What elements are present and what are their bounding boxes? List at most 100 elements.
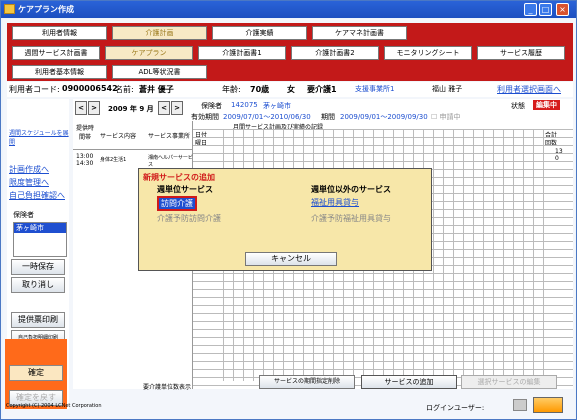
grid-hline	[193, 345, 573, 346]
grid-vline	[433, 129, 434, 381]
period-delete-button[interactable]: サービスの期間指定削除	[259, 375, 355, 389]
minimize-button[interactable]: _	[524, 3, 537, 16]
insurer-list[interactable]: 茅ヶ崎市	[13, 222, 67, 257]
limit-link[interactable]: 限度管理へ	[9, 177, 49, 188]
user-sex: 女	[287, 85, 295, 94]
tab-user-info[interactable]: 利用者情報	[12, 26, 107, 40]
confirm-panel: 確定 確定を戻す	[5, 339, 67, 409]
grid-vline	[493, 129, 494, 381]
add-service-dialog: 新規サービスの追加 週単位サービス 訪問介護 介護予防訪問介護 週単位以外のサー…	[138, 168, 432, 271]
print-button[interactable]: 提供票印刷	[11, 312, 65, 328]
user-name: 蒼井 優子	[139, 85, 174, 94]
preventive-home-option[interactable]: 介護予防訪問介護	[157, 213, 221, 224]
grid-vline	[543, 129, 544, 381]
title-bar: ケアプラン作成 _ □ ×	[1, 1, 576, 18]
care-level: 要介護1	[307, 85, 337, 94]
insurer-name: 茅ヶ崎市	[263, 102, 291, 110]
tab-basic-info[interactable]: 利用者基本情報	[12, 65, 107, 79]
tab-plan2[interactable]: 介護計画書2	[291, 46, 379, 60]
nonweekly-heading: 週単位以外のサービス	[311, 185, 391, 194]
header-divider	[73, 149, 193, 150]
user-age: 70歳	[250, 85, 270, 94]
weekly-heading: 週単位サービス	[157, 185, 213, 194]
tab-adl[interactable]: ADL等状況書	[112, 65, 207, 79]
confirm-button[interactable]: 確定	[9, 365, 63, 381]
user-info-bar: 利用者コード: 0900006542 名前: 蒼井 優子 年齢: 70歳 女 要…	[7, 82, 573, 97]
grid-vline	[533, 129, 534, 381]
grid-vline	[523, 129, 524, 381]
tab-careplan[interactable]: ケアプラン	[105, 46, 193, 60]
app-window: ケアプラン作成 _ □ × 利用者情報 介護計画 介護実績 ケアマネ計画書 週間…	[0, 0, 577, 420]
edit-service-button[interactable]: 選択サービスの編集	[461, 375, 557, 389]
status-label: 状態	[511, 102, 525, 110]
office-header: サービス事業所	[148, 133, 191, 140]
tab-caremanager-plan[interactable]: ケアマネ計画書	[312, 26, 407, 40]
grid-vline	[503, 129, 504, 381]
unit-summary: 要介護単位数表示	[143, 384, 192, 391]
tab-plan1[interactable]: 介護計画書1	[198, 46, 286, 60]
status-badge: 編集中	[533, 100, 560, 110]
service-office: 湘南ヘルパーサービス	[148, 155, 193, 168]
temp-save-button[interactable]: 一時保存	[11, 259, 65, 275]
office-name: 支援事業所1	[355, 85, 395, 93]
welfare-rental-option[interactable]: 福祉用具貸与	[311, 197, 359, 208]
login-user-label: ログインユーザー:	[426, 404, 485, 412]
grid-vline	[443, 129, 444, 381]
insurer-no-label: 保険者	[201, 102, 222, 110]
grid-vline	[463, 129, 464, 381]
grid-vline	[483, 129, 484, 381]
grid-hline	[193, 353, 573, 354]
next-month-button[interactable]: >	[88, 101, 100, 115]
dialog-title: 新規サービスの追加	[143, 173, 215, 182]
dialog-cancel-button[interactable]: キャンセル	[245, 252, 337, 266]
grid-hline	[193, 161, 573, 162]
tab-weekly-plan[interactable]: 週間サービス計画書	[12, 46, 100, 60]
tab-care-plan[interactable]: 介護計画	[112, 26, 207, 40]
grid-hline	[193, 297, 573, 298]
month-display: 2009 年 9 月	[108, 105, 154, 113]
add-service-button[interactable]: サービスの追加	[361, 375, 457, 389]
age-label: 年齢:	[222, 85, 241, 94]
service-content: 身体2生活1	[100, 157, 127, 163]
grid-hline	[193, 361, 573, 362]
exit-icon[interactable]	[533, 397, 563, 413]
maximize-button[interactable]: □	[539, 3, 552, 16]
name-label: 名前:	[115, 85, 134, 94]
grid-hline	[193, 153, 573, 154]
grid-hline	[193, 145, 573, 146]
grid-hline	[193, 321, 573, 322]
grid-vline	[453, 129, 454, 381]
month-next-button[interactable]: >	[171, 101, 183, 115]
tab-panel: 利用者情報 介護計画 介護実績 ケアマネ計画書 週間サービス計画書 ケアプラン …	[7, 23, 573, 81]
help-icon[interactable]	[513, 399, 527, 411]
grid-hline	[193, 289, 573, 290]
tab-monitoring[interactable]: モニタリングシート	[384, 46, 472, 60]
end-time: 14:30	[76, 160, 94, 167]
window-title: ケアプラン作成	[18, 5, 74, 14]
plan-link[interactable]: 計画作成へ	[9, 164, 49, 175]
grid-hline	[193, 273, 573, 274]
weekly-schedule-link[interactable]: 週間スケジュールを展開	[9, 128, 69, 146]
tab-care-results[interactable]: 介護実績	[212, 26, 307, 40]
preventive-rental-option[interactable]: 介護予防福祉用具貸与	[311, 213, 391, 224]
home-care-option[interactable]: 訪問介護	[157, 196, 197, 211]
grid-hline	[193, 305, 573, 306]
content-header: サービス内容	[100, 133, 137, 140]
user-select-link[interactable]: 利用者選択画面へ	[497, 84, 561, 95]
cancel-changes-button[interactable]: 取り消し	[11, 277, 65, 293]
grid-hline	[193, 329, 573, 330]
grid-hline	[193, 137, 573, 138]
close-button[interactable]: ×	[556, 3, 569, 16]
month-prev-button[interactable]: <	[158, 101, 170, 115]
prev-month-button[interactable]: <	[75, 101, 87, 115]
grid-vline	[513, 129, 514, 381]
time-header: 提供時間帯	[75, 125, 94, 141]
user-code: 0900006542	[62, 84, 118, 93]
copyright: Copyright (C) 2004 LCNet Corporation	[6, 403, 102, 409]
tab-service-history[interactable]: サービス履歴	[477, 46, 565, 60]
insurer-label: 保険者	[13, 211, 34, 219]
insurer-list-item[interactable]: 茅ヶ崎市	[14, 223, 66, 233]
grid-hline	[193, 313, 573, 314]
self-burden-link[interactable]: 自己負担確認へ	[9, 190, 65, 201]
staff-name: 福山 雅子	[432, 85, 463, 93]
